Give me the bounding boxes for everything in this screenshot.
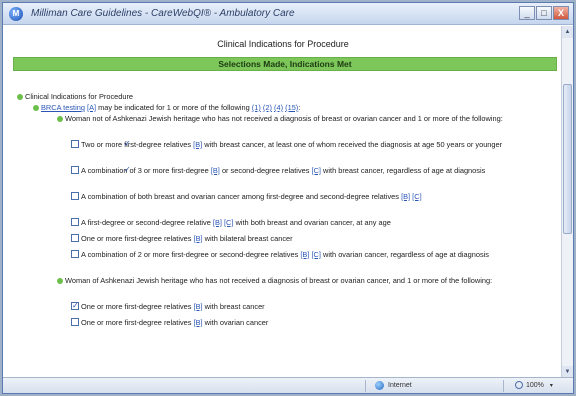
zoom-icon (515, 381, 523, 389)
globe-icon (375, 381, 384, 390)
ref-link[interactable]: [B] (300, 250, 309, 259)
ref-link[interactable]: [C] (412, 192, 421, 201)
checkbox[interactable] (71, 234, 79, 242)
list-item[interactable]: A first-degree or second-degree relative… (71, 217, 563, 228)
checkbox[interactable] (71, 138, 131, 149)
ref-link[interactable]: [B] (211, 166, 220, 175)
bullet-icon (57, 277, 63, 284)
status-divider (503, 380, 504, 392)
app-icon: M (9, 6, 23, 21)
status-bar: Internet 100% ▾ (3, 377, 573, 393)
bullet-icon (17, 93, 23, 100)
ref-link[interactable]: [B] (194, 318, 203, 327)
bullet-icon (57, 115, 63, 122)
title-bar[interactable]: M Milliman Care Guidelines - CareWebQI® … (3, 3, 573, 25)
bullet-icon (33, 104, 39, 111)
chevron-down-icon[interactable]: ▾ (550, 382, 553, 389)
item-text: with ovarian cancer, regardless of age a… (323, 250, 489, 259)
list-item[interactable]: A combination of 2 or more first-degree … (19, 249, 559, 260)
tree-root: Clinical Indications for Procedure (17, 91, 563, 102)
item-text: with both breast and ovarian cancer, at … (235, 218, 391, 227)
group-1-text: Woman not of Ashkenazi Jewish heritage w… (65, 114, 503, 123)
vertical-scrollbar[interactable]: ▲ ▼ (561, 26, 573, 378)
ref-link[interactable]: [B] (194, 302, 203, 311)
checkbox[interactable] (71, 300, 79, 311)
app-window: M Milliman Care Guidelines - CareWebQI® … (2, 2, 574, 394)
checkbox[interactable] (71, 164, 131, 175)
brca-link[interactable]: BRCA testing (41, 103, 85, 112)
item-text: One or more first-degree relatives (81, 302, 192, 311)
list-item[interactable]: A combination of both breast and ovarian… (19, 191, 559, 202)
maximize-button[interactable]: □ (536, 6, 552, 20)
group-2-text: Woman of Ashkenazi Jewish heritage who h… (65, 276, 493, 285)
brca-tail: : (298, 103, 301, 112)
checkbox[interactable] (71, 192, 79, 200)
zone-label: Internet (388, 382, 412, 389)
content-area: Clinical Indications for Procedure Selec… (3, 26, 563, 378)
item-text: with ovarian cancer (204, 318, 269, 327)
window-controls: _ □ X (519, 6, 569, 20)
list-item[interactable]: One or more first-degree relatives [B] w… (71, 317, 563, 328)
item-text: with bilateral breast cancer (204, 234, 293, 243)
ref-link[interactable]: [C] (312, 166, 321, 175)
tree-group-2: Woman of Ashkenazi Jewish heritage who h… (19, 275, 559, 286)
root-label: Clinical Indications for Procedure (25, 92, 134, 101)
item-text: A first-degree or second-degree relative (81, 218, 211, 227)
ref-link[interactable]: [C] (224, 218, 233, 227)
status-divider (365, 380, 366, 392)
item-text: with breast cancer (204, 302, 265, 311)
ref-link[interactable]: (15) (285, 103, 298, 112)
brca-text: may be indicated for 1 or more of the fo… (98, 103, 250, 112)
ref-link[interactable]: [C] (311, 250, 320, 259)
window-title: Milliman Care Guidelines - CareWebQI® - … (31, 8, 295, 19)
section-bar: Selections Made, Indications Met (13, 57, 557, 71)
tree-item-brca: BRCA testing [A] may be indicated for 1 … (33, 102, 563, 113)
list-item[interactable]: One or more first-degree relatives [B] w… (71, 233, 563, 244)
item-text: with breast cancer, at least one of whom… (204, 140, 503, 149)
item-text: One or more first-degree relatives (81, 234, 192, 243)
ref-link[interactable]: (1) (252, 103, 261, 112)
list-item[interactable]: Two or more first-degree relatives [B] w… (19, 138, 559, 150)
item-text: One or more first-degree relatives (81, 318, 192, 327)
security-zone: Internet (375, 381, 412, 390)
scroll-up-button[interactable]: ▲ (562, 26, 573, 38)
item-text: or second-degree relatives (221, 166, 310, 175)
ref-link[interactable]: [B] (194, 234, 203, 243)
ref-link[interactable]: [B] (401, 192, 410, 201)
list-item[interactable]: A combination of 3 or more first-degree … (19, 164, 559, 176)
item-text: with breast cancer, regardless of age at… (323, 166, 486, 175)
ref-link[interactable]: [A] (87, 103, 96, 112)
ref-link[interactable]: [B] (193, 140, 202, 149)
scroll-thumb[interactable] (563, 84, 572, 234)
checkbox[interactable] (71, 218, 79, 226)
item-text: A combination of both breast and ovarian… (81, 192, 399, 201)
zoom-control[interactable]: 100% ▾ (515, 381, 553, 389)
list-item[interactable]: One or more first-degree relatives [B] w… (71, 300, 563, 312)
item-text: A combination of 2 or more first-degree … (81, 250, 299, 259)
page-heading: Clinical Indications for Procedure (217, 39, 349, 49)
zoom-level: 100% (526, 381, 544, 389)
minimize-button[interactable]: _ (519, 6, 535, 20)
ref-link[interactable]: (4) (274, 103, 283, 112)
checkbox[interactable] (71, 318, 79, 326)
close-button[interactable]: X (553, 6, 569, 20)
tree-group-1: Woman not of Ashkenazi Jewish heritage w… (19, 113, 559, 124)
ref-link[interactable]: [B] (213, 218, 222, 227)
ref-link[interactable]: (2) (263, 103, 272, 112)
checkbox[interactable] (71, 250, 79, 258)
